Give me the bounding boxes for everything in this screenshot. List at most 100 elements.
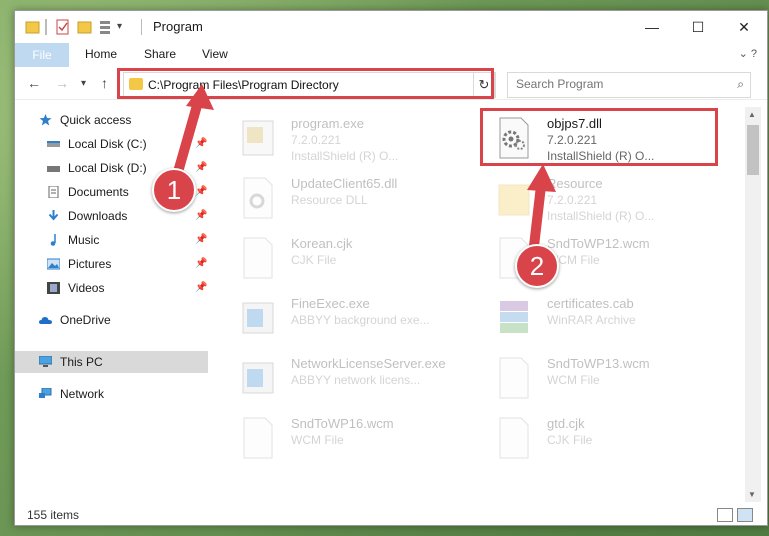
file-detail: Resource DLL [291, 193, 368, 207]
pin-icon[interactable]: 📌 [195, 157, 207, 179]
details-view-icon[interactable] [717, 508, 733, 522]
file-item-sndtowp16-wcm[interactable]: SndToWP16.wcm WCM File [235, 413, 465, 465]
sidebar-item-label: Documents [68, 185, 129, 199]
sidebar-item-label: Local Disk (C:) [68, 137, 147, 151]
sidebar-item-onedrive[interactable]: OneDrive [15, 309, 208, 331]
drive-icon [47, 166, 60, 172]
file-item-certificates-cab[interactable]: certificates.cab WinRAR Archive [491, 293, 721, 345]
properties-icon[interactable] [55, 19, 71, 35]
close-button[interactable]: ✕ [721, 11, 767, 43]
file-name: gtd.cjk [547, 416, 585, 431]
documents-icon [48, 186, 59, 198]
file-item-fineexec-exe[interactable]: FineExec.exe ABBYY background exe... [235, 293, 465, 345]
toolbar-separator [45, 19, 47, 35]
expand-ribbon-icon[interactable]: ⌄ ? [739, 47, 757, 60]
star-icon [39, 114, 52, 126]
tab-home[interactable]: Home [85, 47, 117, 61]
search-input[interactable] [514, 76, 718, 92]
file-item-gtd-cjk[interactable]: gtd.cjk CJK File [491, 413, 721, 465]
file-name: FineExec.exe [291, 296, 370, 311]
file-detail: InstallShield (R) O... [291, 149, 399, 163]
generic-file-icon [243, 237, 273, 279]
search-icon[interactable]: ⌕ [737, 77, 744, 92]
pin-icon[interactable]: 📌 [195, 205, 207, 227]
minimize-button[interactable]: — [629, 11, 675, 43]
sidebar-item-label: Downloads [68, 209, 128, 223]
vertical-scrollbar[interactable]: ▲ ▼ [745, 107, 761, 502]
customize-toolbar-icon[interactable] [99, 19, 115, 35]
file-detail: CJK File [547, 433, 593, 447]
sidebar-item-label: Music [68, 233, 100, 247]
recent-locations-icon[interactable]: ▾ [81, 78, 86, 89]
file-name: program.exe [291, 116, 364, 131]
music-icon [50, 234, 56, 246]
sidebar-item-label: Local Disk (D:) [68, 161, 147, 175]
callout-number-1: 1 [152, 168, 196, 212]
folder-icon [25, 19, 41, 35]
file-highlight [480, 108, 718, 166]
address-bar-highlight [117, 68, 494, 99]
file-item-sndtowp13-wcm[interactable]: SndToWP13.wcm WCM File [491, 353, 721, 405]
pin-icon[interactable]: 📌 [195, 253, 207, 275]
large-icons-view-icon[interactable] [737, 508, 753, 522]
file-name: NetworkLicenseServer.exe [291, 356, 446, 371]
file-detail: 7.2.0.221 [547, 193, 598, 207]
tab-view[interactable]: View [202, 47, 228, 61]
up-button[interactable]: ↑ [101, 75, 108, 91]
back-button[interactable]: ← [27, 75, 41, 91]
pin-icon[interactable]: 📌 [195, 229, 207, 251]
title-separator [141, 19, 142, 35]
file-item-networklicenseserver-exe[interactable]: NetworkLicenseServer.exe ABBYY network l… [235, 353, 465, 405]
file-name: SndToWP12.wcm [547, 236, 650, 251]
generic-file-icon [499, 357, 529, 399]
scroll-up-icon[interactable]: ▲ [748, 110, 756, 119]
folder-icon [498, 184, 530, 216]
sidebar-item-label: Quick access [60, 113, 132, 127]
sidebar-item-videos[interactable]: Videos 📌 [15, 277, 208, 299]
network-icon [39, 388, 52, 398]
maximize-button[interactable]: ☐ [675, 11, 721, 43]
file-item-program-exe[interactable]: program.exe 7.2.0.221 InstallShield (R) … [235, 113, 465, 165]
window-title: Program [153, 19, 203, 34]
search-box[interactable]: ⌕ [507, 72, 751, 98]
sidebar-item-this-pc[interactable]: This PC [15, 351, 208, 373]
videos-icon [47, 282, 60, 294]
sidebar-item-label: Network [60, 387, 105, 401]
exe-file-icon [242, 362, 274, 394]
file-name: SndToWP16.wcm [291, 416, 394, 431]
sidebar-item-label: This PC [60, 355, 103, 369]
generic-file-icon [499, 417, 529, 459]
file-detail: WinRAR Archive [547, 313, 636, 327]
scroll-down-icon[interactable]: ▼ [748, 490, 756, 499]
tab-file[interactable]: File [15, 43, 69, 67]
sidebar-item-network[interactable]: Network [15, 383, 208, 405]
file-name: UpdateClient65.dll [291, 176, 398, 191]
pin-icon[interactable]: 📌 [195, 277, 207, 299]
sidebar-item-label: Videos [68, 281, 105, 295]
sidebar-item-local-disk-c[interactable]: Local Disk (C:) 📌 [15, 133, 208, 155]
file-detail: ABBYY background exe... [291, 313, 430, 327]
file-detail: CJK File [291, 253, 337, 267]
file-detail: WCM File [291, 433, 344, 447]
exe-file-icon [242, 302, 274, 334]
downloads-icon [48, 210, 59, 221]
sidebar-item-pictures[interactable]: Pictures 📌 [15, 253, 208, 275]
file-item-resource[interactable]: Resource 7.2.0.221 InstallShield (R) O..… [491, 173, 721, 225]
new-folder-icon[interactable] [77, 19, 93, 35]
generic-file-icon [243, 417, 273, 459]
sidebar-item-music[interactable]: Music 📌 [15, 229, 208, 251]
exe-file-icon [242, 120, 274, 156]
file-detail: WCM File [547, 373, 600, 387]
forward-button[interactable]: → [55, 75, 69, 91]
item-count: 155 items [27, 508, 80, 522]
sidebar-item-quick-access[interactable]: Quick access [15, 109, 208, 131]
file-detail: ABBYY network licens... [291, 373, 421, 387]
quick-access-dropdown-icon[interactable]: ▾ [117, 19, 133, 35]
pin-icon[interactable]: 📌 [195, 133, 207, 155]
tab-share[interactable]: Share [144, 47, 176, 61]
file-item-korean-cjk[interactable]: Korean.cjk CJK File [235, 233, 465, 285]
pin-icon[interactable]: 📌 [195, 181, 207, 203]
scrollbar-thumb[interactable] [747, 125, 759, 175]
ribbon-tabs: File Home Share View ⌄ ? [15, 43, 767, 67]
file-item-updateclient65-dll[interactable]: UpdateClient65.dll Resource DLL [235, 173, 465, 225]
